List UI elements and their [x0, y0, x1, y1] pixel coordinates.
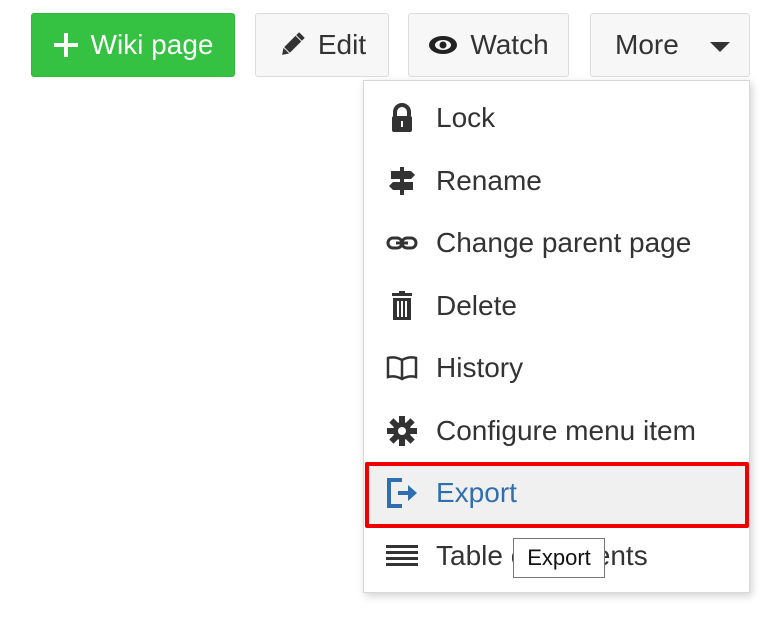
- gear-icon: [384, 415, 420, 447]
- menu-item-delete[interactable]: Delete: [364, 275, 749, 337]
- plus-icon: [53, 32, 79, 58]
- edit-label: Edit: [317, 29, 367, 60]
- edit-button[interactable]: Edit: [255, 13, 389, 77]
- menu-item-label: Rename: [436, 165, 542, 196]
- menu-item-configure-menu-item[interactable]: Configure menu item: [364, 400, 749, 462]
- menu-item-label: Export: [436, 477, 517, 508]
- link-icon: [384, 235, 420, 251]
- menu-item-lock[interactable]: Lock: [364, 87, 749, 149]
- eye-icon: [428, 35, 458, 55]
- caret-down-icon: [710, 42, 730, 52]
- menu-item-label: Lock: [436, 102, 496, 133]
- add-wiki-page-label: Wiki page: [90, 29, 214, 60]
- signpost-icon: [384, 166, 420, 196]
- trash-icon: [384, 291, 420, 321]
- menu-item-label: Configure menu item: [436, 415, 696, 446]
- menu-item-change-parent-page[interactable]: Change parent page: [364, 212, 749, 274]
- more-dropdown-menu: Lock Rename Change parent page Delete Hi…: [363, 80, 750, 593]
- menu-item-export[interactable]: Export: [364, 462, 749, 524]
- watch-label: Watch: [470, 29, 549, 60]
- export-tooltip: Export: [513, 538, 605, 578]
- more-dropdown-button[interactable]: More: [590, 13, 750, 77]
- add-wiki-page-button[interactable]: Wiki page: [31, 13, 235, 77]
- book-icon: [384, 355, 420, 381]
- menu-item-label: Change parent page: [436, 227, 692, 258]
- lock-icon: [384, 103, 420, 133]
- more-label: More: [615, 29, 679, 60]
- menu-item-label: History: [436, 352, 524, 383]
- menu-item-history[interactable]: History: [364, 337, 749, 399]
- menu-item-label: Delete: [436, 290, 517, 321]
- menu-item-rename[interactable]: Rename: [364, 150, 749, 212]
- tooltip-text: Export: [527, 545, 591, 570]
- list-icon: [384, 544, 420, 568]
- export-icon: [384, 478, 420, 508]
- pencil-icon: [278, 31, 306, 59]
- watch-button[interactable]: Watch: [408, 13, 569, 77]
